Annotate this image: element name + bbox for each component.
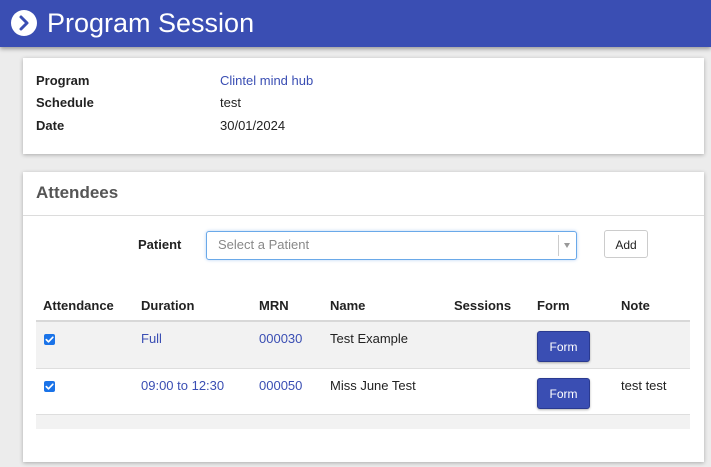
form-button[interactable]: Form [537, 331, 590, 362]
duration-link[interactable]: Full [141, 331, 162, 346]
select-separator [558, 235, 559, 256]
chevron-down-icon[interactable] [564, 243, 570, 248]
form-button[interactable]: Form [537, 378, 590, 409]
note-value: test test [621, 378, 667, 393]
mrn-link[interactable]: 000050 [259, 378, 302, 393]
table-row: Full 000030 Test Example Form [36, 322, 690, 369]
attendees-card: Attendees Patient Select a Patient Add A… [23, 172, 704, 462]
column-header-name: Name [330, 298, 366, 313]
back-button[interactable] [11, 10, 37, 36]
patient-name: Miss June Test [330, 378, 416, 393]
attendees-heading: Attendees [36, 183, 119, 202]
patient-select[interactable]: Select a Patient [206, 231, 577, 260]
patient-select-placeholder: Select a Patient [218, 237, 310, 252]
duration-link[interactable]: 09:00 to 12:30 [141, 378, 224, 393]
column-header-note: Note [621, 298, 650, 313]
patient-name: Test Example [330, 331, 409, 346]
session-info-card: Program Clintel mind hub Schedule test D… [23, 58, 704, 154]
column-header-mrn: MRN [259, 298, 289, 313]
table-row: 09:00 to 12:30 000050 Miss June Test For… [36, 369, 690, 415]
add-patient-button[interactable]: Add [604, 230, 648, 258]
program-label: Program [36, 73, 90, 88]
date-value: 30/01/2024 [220, 118, 286, 133]
chevron-right-icon [19, 15, 29, 31]
column-header-sessions: Sessions [454, 298, 512, 313]
table-footer [36, 415, 690, 429]
app-header: Program Session [0, 0, 711, 47]
schedule-label: Schedule [36, 95, 94, 110]
patient-label: Patient [138, 237, 182, 252]
mrn-link[interactable]: 000030 [259, 331, 302, 346]
page-title: Program Session [47, 8, 255, 38]
attendance-checkbox[interactable] [44, 334, 55, 345]
column-header-duration: Duration [141, 298, 195, 313]
check-icon [45, 336, 54, 343]
date-label: Date [36, 118, 65, 133]
program-link[interactable]: Clintel mind hub [220, 73, 313, 89]
attendance-checkbox[interactable] [44, 381, 55, 392]
column-header-attendance: Attendance [43, 298, 114, 313]
schedule-value: test [220, 95, 241, 110]
column-header-form: Form [537, 298, 570, 313]
check-icon [45, 383, 54, 390]
divider [23, 215, 704, 216]
